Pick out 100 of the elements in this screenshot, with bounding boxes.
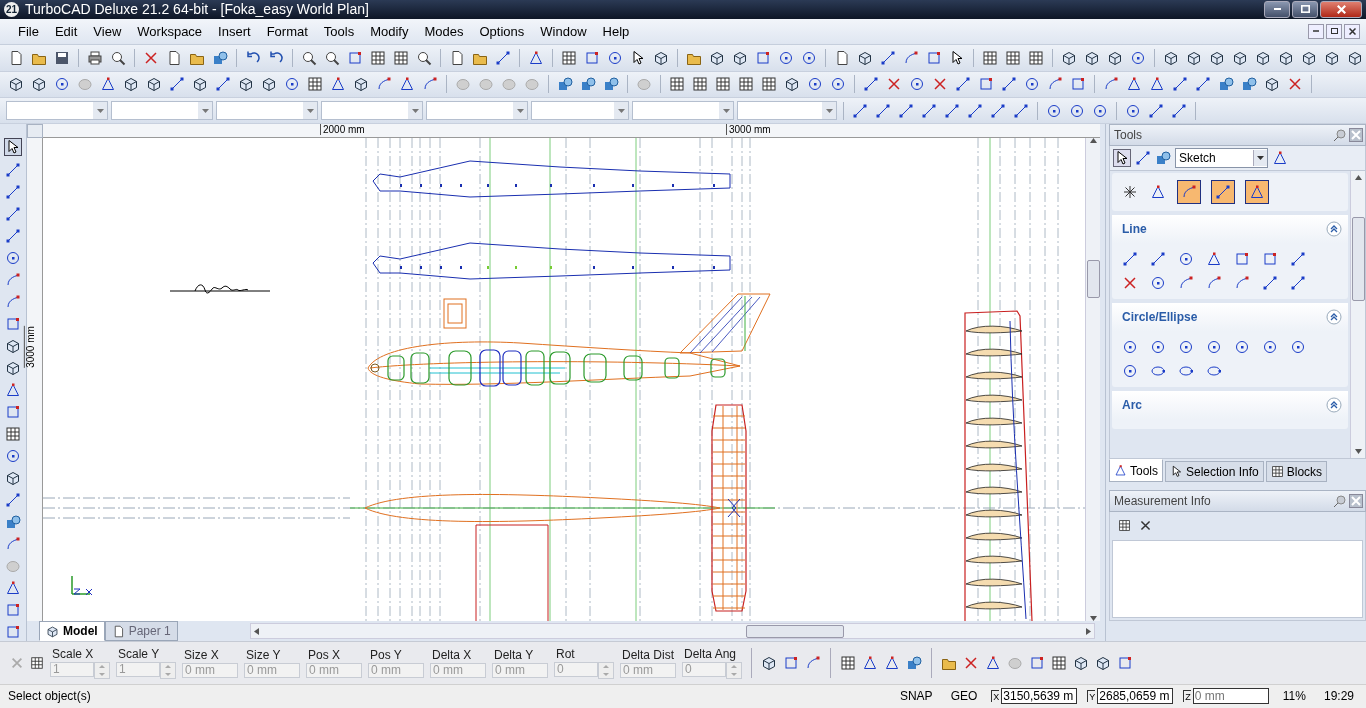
circle-icon[interactable] [1150, 275, 1166, 292]
square-icon[interactable] [584, 49, 600, 66]
square-icon[interactable] [1234, 251, 1250, 268]
cube-icon[interactable] [31, 76, 47, 93]
grid-icon[interactable] [30, 655, 44, 670]
page-icon[interactable] [449, 49, 465, 66]
panel-tab[interactable]: Blocks [1265, 461, 1328, 483]
cube-icon[interactable] [1107, 49, 1123, 66]
triangle-icon[interactable] [862, 654, 878, 671]
collapse-icon[interactable] [1326, 221, 1342, 238]
line-icon[interactable] [1172, 76, 1188, 93]
curve-icon[interactable] [805, 654, 821, 671]
cube-icon[interactable] [857, 49, 873, 66]
line-icon[interactable] [967, 102, 983, 119]
circle-icon[interactable] [1122, 339, 1138, 356]
sheet-tab[interactable]: Model [39, 621, 105, 642]
circle-icon[interactable] [284, 76, 300, 93]
line-icon[interactable] [495, 49, 511, 66]
undo-icon[interactable] [268, 49, 284, 66]
shapes-icon[interactable] [1218, 76, 1234, 93]
triangle-icon[interactable] [100, 76, 116, 93]
cube-icon[interactable] [261, 76, 277, 93]
line-icon[interactable] [1001, 76, 1017, 93]
shapes-icon[interactable] [5, 514, 21, 531]
circle-icon[interactable] [5, 250, 21, 267]
triangle-icon[interactable] [528, 49, 544, 66]
pointer-icon[interactable] [1113, 149, 1131, 168]
cube-icon[interactable] [238, 76, 254, 93]
asterisk-icon[interactable] [1122, 184, 1138, 201]
square-icon[interactable] [755, 49, 771, 66]
curve-icon[interactable] [903, 49, 919, 66]
line-icon[interactable] [5, 162, 21, 179]
menu-item[interactable]: Insert [210, 20, 259, 42]
line-icon[interactable] [215, 76, 231, 93]
curve-icon[interactable] [1178, 181, 1200, 204]
circle-icon[interactable] [1178, 339, 1194, 356]
pointer-icon[interactable] [949, 49, 965, 66]
grid-icon[interactable] [307, 76, 323, 93]
cube-icon[interactable] [732, 49, 748, 66]
sheet-tab[interactable]: Paper 1 [104, 621, 178, 642]
cube-icon[interactable] [653, 49, 669, 66]
cube-icon[interactable] [1073, 654, 1089, 671]
cube-icon[interactable] [1264, 76, 1280, 93]
collapse-icon[interactable] [1326, 309, 1342, 326]
grid-icon[interactable] [1005, 49, 1021, 66]
shapes-icon[interactable] [1155, 150, 1171, 167]
line-icon[interactable] [898, 102, 914, 119]
vertical-scrollbar[interactable] [1350, 171, 1365, 459]
cross-icon[interactable] [963, 654, 979, 671]
line-icon[interactable] [5, 228, 21, 245]
triangle-icon[interactable] [1149, 76, 1165, 93]
grid-icon[interactable] [738, 76, 754, 93]
circle-icon[interactable] [830, 76, 846, 93]
triangle-icon[interactable] [399, 76, 415, 93]
horizontal-scrollbar[interactable] [249, 623, 1095, 640]
magnifier-icon[interactable] [416, 49, 432, 66]
circle-icon[interactable] [909, 76, 925, 93]
close-button[interactable] [1320, 0, 1362, 18]
shapes-icon[interactable] [603, 76, 619, 93]
circle-icon[interactable] [1234, 339, 1250, 356]
triangle-icon[interactable] [5, 382, 21, 399]
snap-toggle[interactable]: SNAP [895, 689, 937, 704]
scrollbar-thumb[interactable] [745, 625, 844, 639]
cube-icon[interactable] [1301, 49, 1317, 66]
magnifier-icon[interactable] [324, 49, 340, 66]
line-icon[interactable] [990, 102, 1006, 119]
cube-icon[interactable] [761, 654, 777, 671]
page-icon[interactable] [166, 49, 182, 66]
circle-icon[interactable] [1206, 339, 1222, 356]
printer-icon[interactable] [87, 49, 103, 66]
circle-icon[interactable] [1125, 102, 1141, 119]
menu-item[interactable]: Modes [416, 20, 472, 42]
menu-item[interactable]: Help [594, 20, 638, 42]
cross-icon[interactable] [143, 49, 159, 66]
coordinate-field[interactable]: 2685,0659 m [1097, 688, 1174, 705]
square-icon[interactable] [5, 624, 21, 641]
square-icon[interactable] [5, 602, 21, 619]
circle-icon[interactable] [1150, 339, 1166, 356]
pointer-icon[interactable] [4, 138, 22, 157]
line-icon[interactable] [169, 76, 185, 93]
menu-item[interactable]: Format [258, 20, 316, 42]
line-icon[interactable] [921, 102, 937, 119]
square-icon[interactable] [1117, 654, 1133, 671]
circle-icon[interactable] [1178, 251, 1194, 268]
cube-icon[interactable] [1209, 49, 1225, 66]
cube-icon[interactable] [192, 76, 208, 93]
line-icon[interactable] [875, 102, 891, 119]
restore-button[interactable] [1292, 0, 1318, 18]
triangle-icon[interactable] [1206, 251, 1222, 268]
undo-icon[interactable] [245, 49, 261, 66]
circle-icon[interactable] [1130, 49, 1146, 66]
line-icon[interactable] [880, 49, 896, 66]
circle-icon[interactable] [1069, 102, 1085, 119]
square-icon[interactable] [347, 49, 363, 66]
line-icon[interactable] [1013, 102, 1029, 119]
line-icon[interactable] [1150, 251, 1166, 268]
square-icon[interactable] [1070, 76, 1086, 93]
minimize-button[interactable] [1308, 23, 1324, 39]
scrollbar-thumb[interactable] [1352, 217, 1365, 302]
cube-icon[interactable] [709, 49, 725, 66]
